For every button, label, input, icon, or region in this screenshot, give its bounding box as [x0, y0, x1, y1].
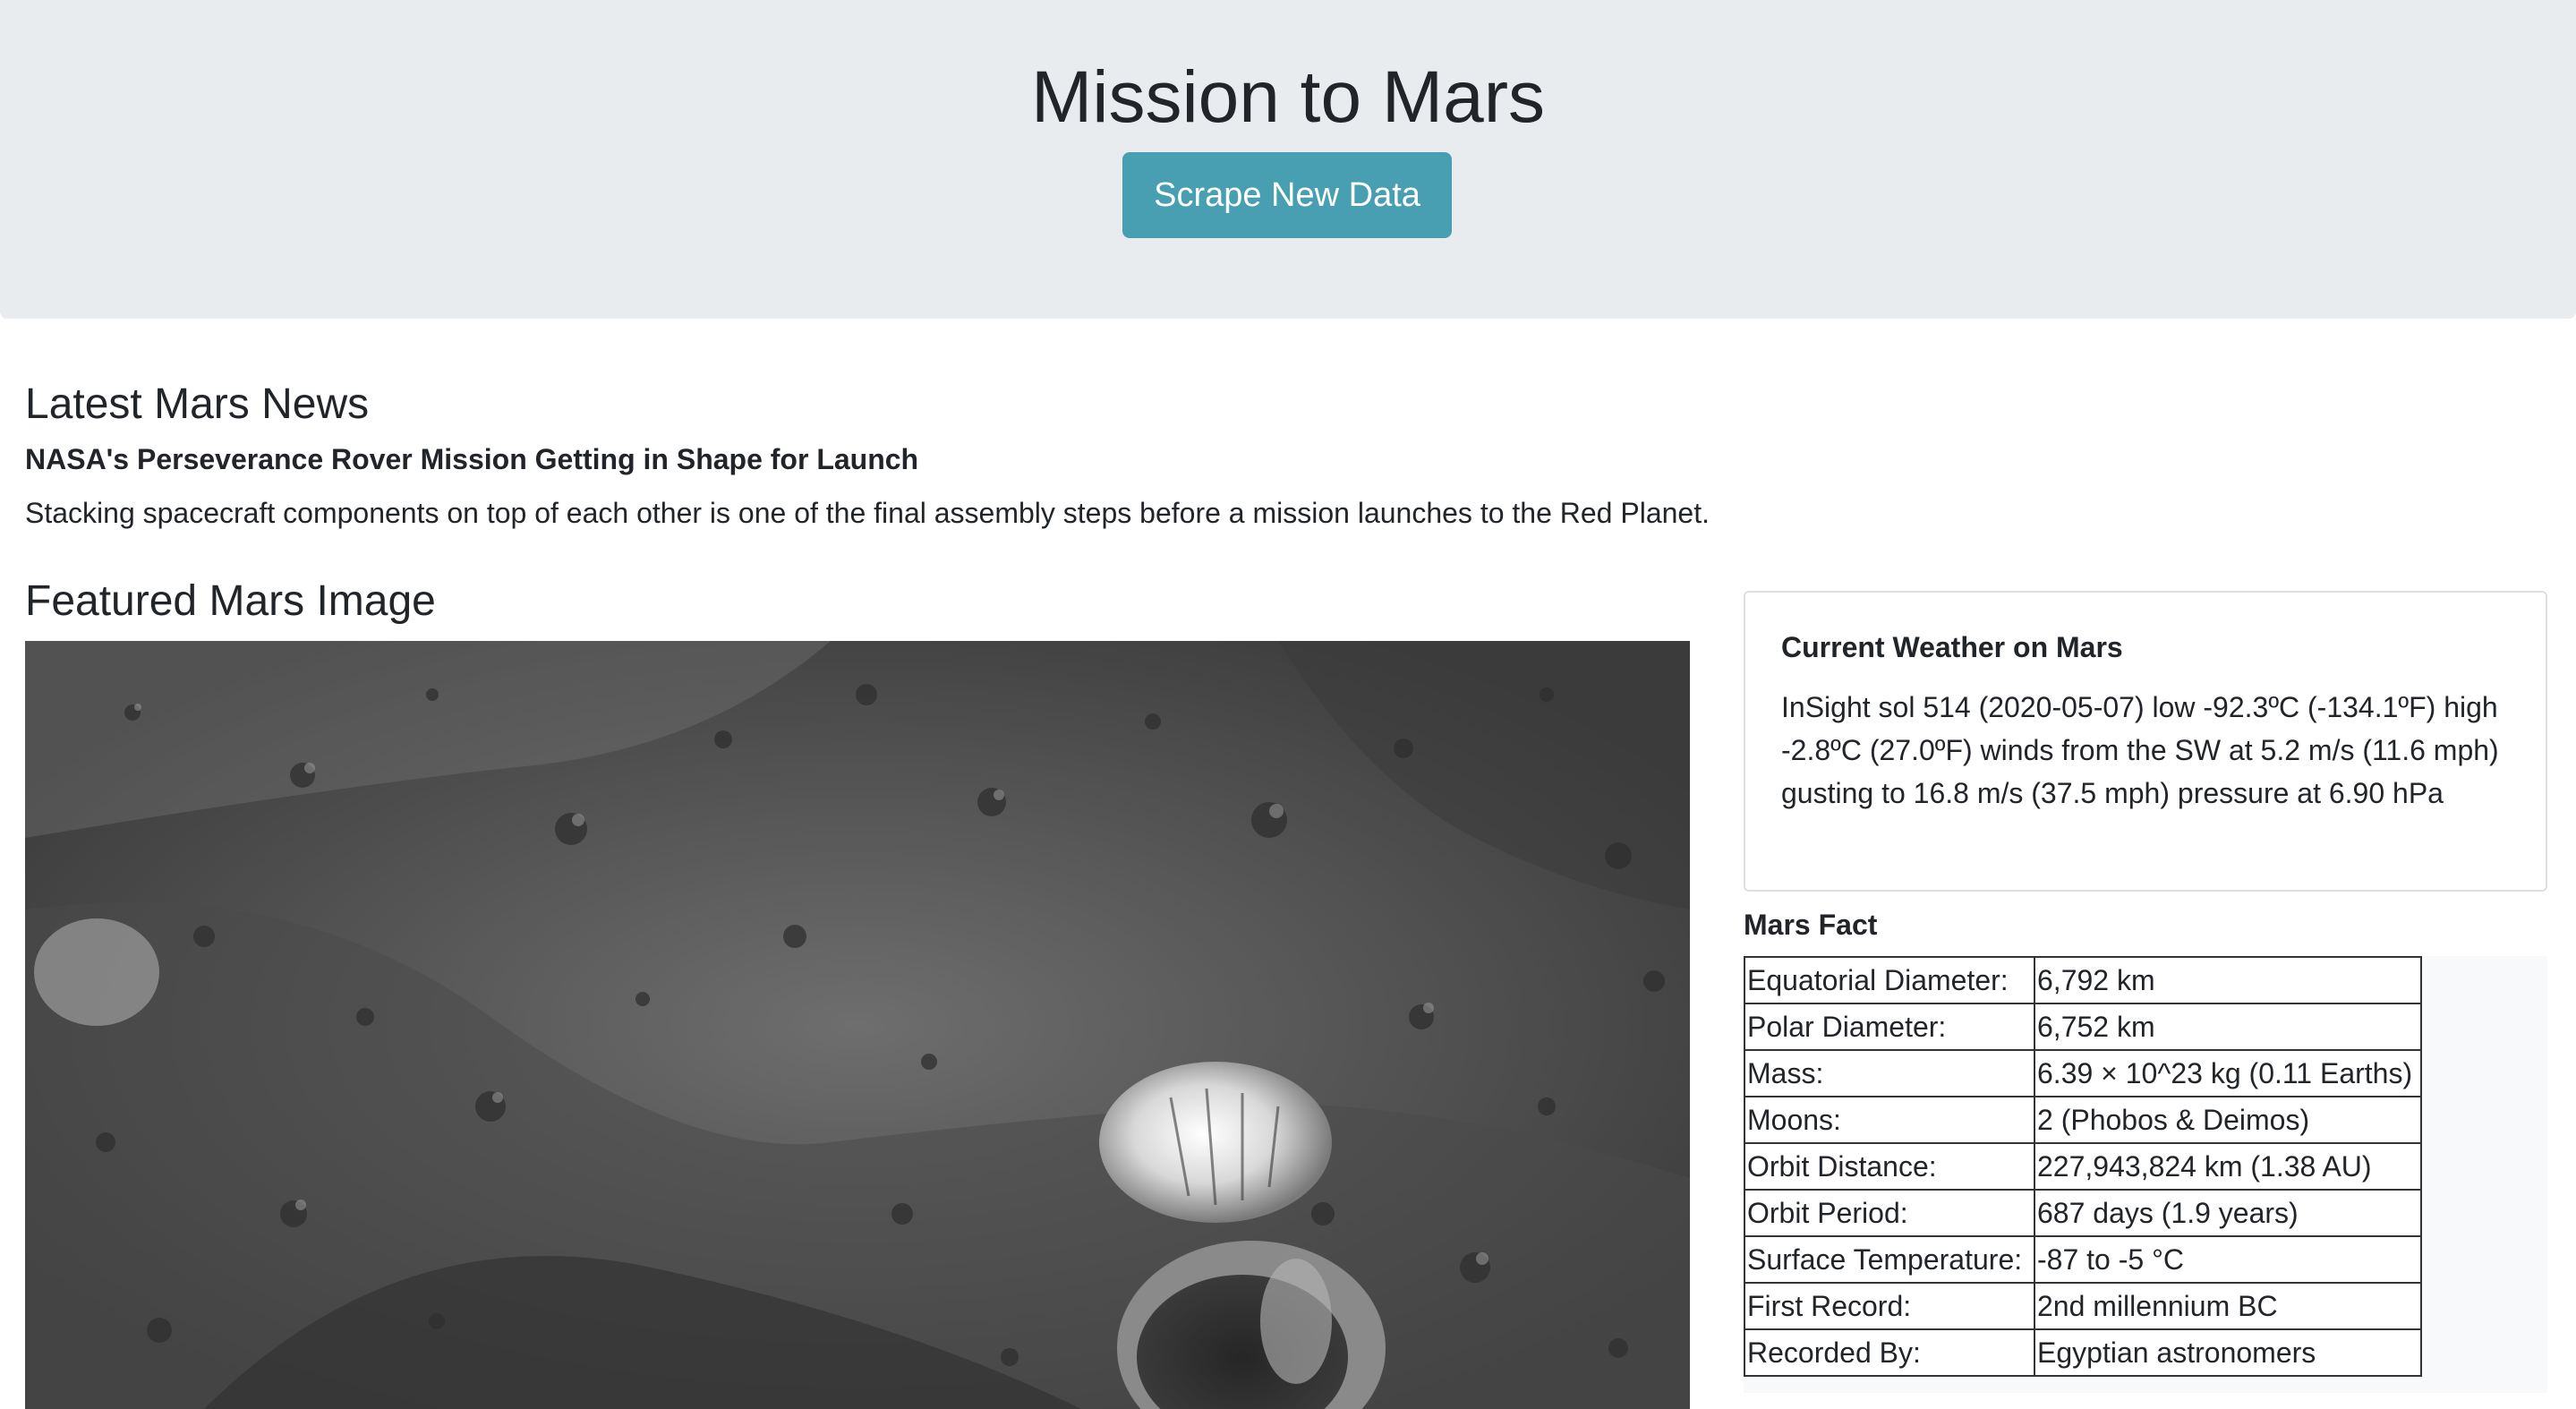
- fact-value: 6.39 × 10^23 kg (0.11 Earths): [2034, 1049, 2422, 1097]
- page-title: Mission to Mars: [1030, 56, 1546, 138]
- fact-label: First Record:: [1744, 1282, 2035, 1330]
- fact-label: Orbit Period:: [1744, 1189, 2035, 1237]
- news-heading: Latest Mars News: [25, 380, 370, 428]
- featured-mars-image: [25, 641, 1690, 1409]
- table-row: Orbit Distance: 227,943,824 km (1.38 AU): [1744, 1142, 2422, 1191]
- fact-label: Polar Diameter:: [1744, 1003, 2035, 1051]
- fact-value: 6,792 km: [2034, 956, 2422, 1004]
- fact-label: Surface Temperature:: [1744, 1235, 2035, 1284]
- fact-value: 687 days (1.9 years): [2034, 1189, 2422, 1237]
- weather-title: Current Weather on Mars: [1781, 631, 2123, 663]
- fact-label: Equatorial Diameter:: [1744, 956, 2035, 1004]
- table-row: First Record: 2nd millennium BC: [1744, 1282, 2422, 1330]
- table-row: Mass: 6.39 × 10^23 kg (0.11 Earths): [1744, 1049, 2422, 1097]
- fact-value: Egyptian astronomers: [2034, 1328, 2422, 1377]
- news-title: NASA's Perseverance Rover Mission Gettin…: [25, 443, 919, 475]
- facts-title: Mars Fact: [1744, 909, 1878, 941]
- fact-value: 2nd millennium BC: [2034, 1282, 2422, 1330]
- table-row: Recorded By: Egyptian astronomers: [1744, 1328, 2422, 1377]
- fact-label: Moons:: [1744, 1096, 2035, 1144]
- table-row: Moons: 2 (Phobos & Deimos): [1744, 1096, 2422, 1144]
- scrape-new-data-button[interactable]: Scrape New Data: [1122, 152, 1452, 238]
- fact-label: Mass:: [1744, 1049, 2035, 1097]
- fact-label: Orbit Distance:: [1744, 1142, 2035, 1191]
- featured-image-heading: Featured Mars Image: [25, 577, 436, 625]
- weather-text: InSight sol 514 (2020-05-07) low -92.3ºC…: [1781, 691, 2499, 809]
- table-row: Surface Temperature: -87 to -5 °C: [1744, 1235, 2422, 1284]
- fact-label: Recorded By:: [1744, 1328, 2035, 1377]
- header-jumbotron: Mission to Mars Scrape New Data: [0, 0, 2576, 319]
- mars-facts-table: Equatorial Diameter: 6,792 km Polar Diam…: [1744, 956, 2422, 1377]
- weather-card: Current Weather on Mars InSight sol 514 …: [1744, 591, 2547, 892]
- table-row: Equatorial Diameter: 6,792 km: [1744, 956, 2422, 1004]
- fact-value: 2 (Phobos & Deimos): [2034, 1096, 2422, 1144]
- fact-value: 227,943,824 km (1.38 AU): [2034, 1142, 2422, 1191]
- news-teaser: Stacking spacecraft components on top of…: [25, 497, 1710, 529]
- table-row: Polar Diameter: 6,752 km: [1744, 1003, 2422, 1051]
- table-row: Orbit Period: 687 days (1.9 years): [1744, 1189, 2422, 1237]
- fact-value: -87 to -5 °C: [2034, 1235, 2422, 1284]
- fact-value: 6,752 km: [2034, 1003, 2422, 1051]
